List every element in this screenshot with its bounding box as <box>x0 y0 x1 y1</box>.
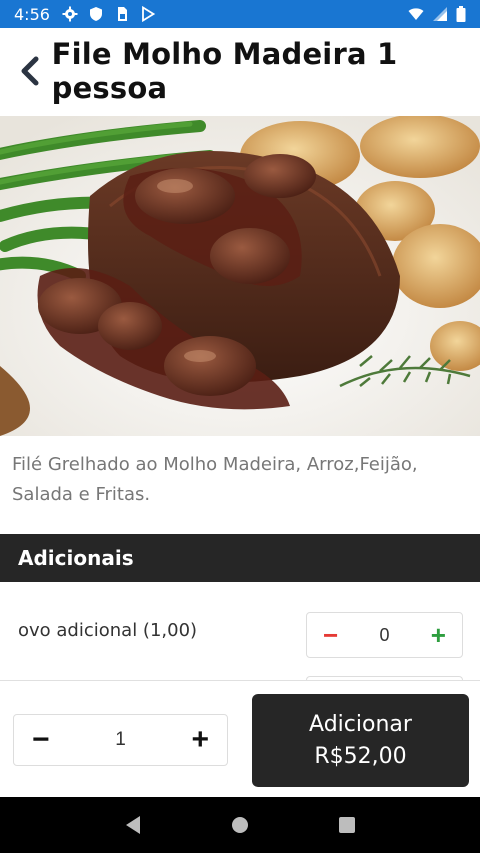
add-button-price: R$52,00 <box>314 743 407 769</box>
decrease-quantity-button[interactable]: − <box>32 725 50 755</box>
shield-icon <box>89 7 102 21</box>
order-bar: − 1 + Adicionar R$52,00 <box>0 680 480 797</box>
product-image <box>0 116 480 436</box>
home-circle-icon[interactable] <box>228 813 252 837</box>
play-store-icon <box>142 6 156 22</box>
battery-icon <box>456 6 466 22</box>
quantity-stepper: − 1 + <box>13 714 228 766</box>
status-icons-right <box>408 6 466 22</box>
list-item: ovo adicional (1,00) − 0 + <box>0 600 480 686</box>
status-time: 4:56 <box>14 4 50 24</box>
extra-item-label: ovo adicional (1,00) <box>18 620 198 641</box>
wifi-icon <box>408 8 424 20</box>
signal-icon <box>433 7 447 21</box>
add-button-label: Adicionar <box>309 711 412 737</box>
section-title: Adicionais <box>18 546 134 570</box>
minus-icon[interactable]: − <box>323 622 338 648</box>
page-title: File Molho Madeira 1 pessoa <box>51 37 398 105</box>
status-icons-left <box>62 6 156 22</box>
product-description: Filé Grelhado ao Molho Madeira, Arroz,Fe… <box>12 454 418 505</box>
status-bar: 4:56 <box>0 0 480 28</box>
recents-square-icon[interactable] <box>335 813 359 837</box>
add-to-cart-button[interactable]: Adicionar R$52,00 <box>252 694 469 787</box>
app-header: File Molho Madeira 1 pessoa <box>0 28 480 114</box>
chevron-left-icon[interactable] <box>18 56 42 86</box>
additionals-header: Adicionais <box>0 534 480 582</box>
quantity-value: 1 <box>115 729 126 750</box>
sim-card-icon <box>117 7 127 21</box>
extra-quantity-stepper: − 0 + <box>306 612 463 658</box>
back-triangle-icon[interactable] <box>121 813 145 837</box>
extra-quantity-value: 0 <box>379 624 390 645</box>
system-nav-bar <box>0 797 480 853</box>
increase-quantity-button[interactable]: + <box>191 725 209 755</box>
gear-icon <box>62 6 78 22</box>
plus-icon[interactable]: + <box>431 622 446 648</box>
